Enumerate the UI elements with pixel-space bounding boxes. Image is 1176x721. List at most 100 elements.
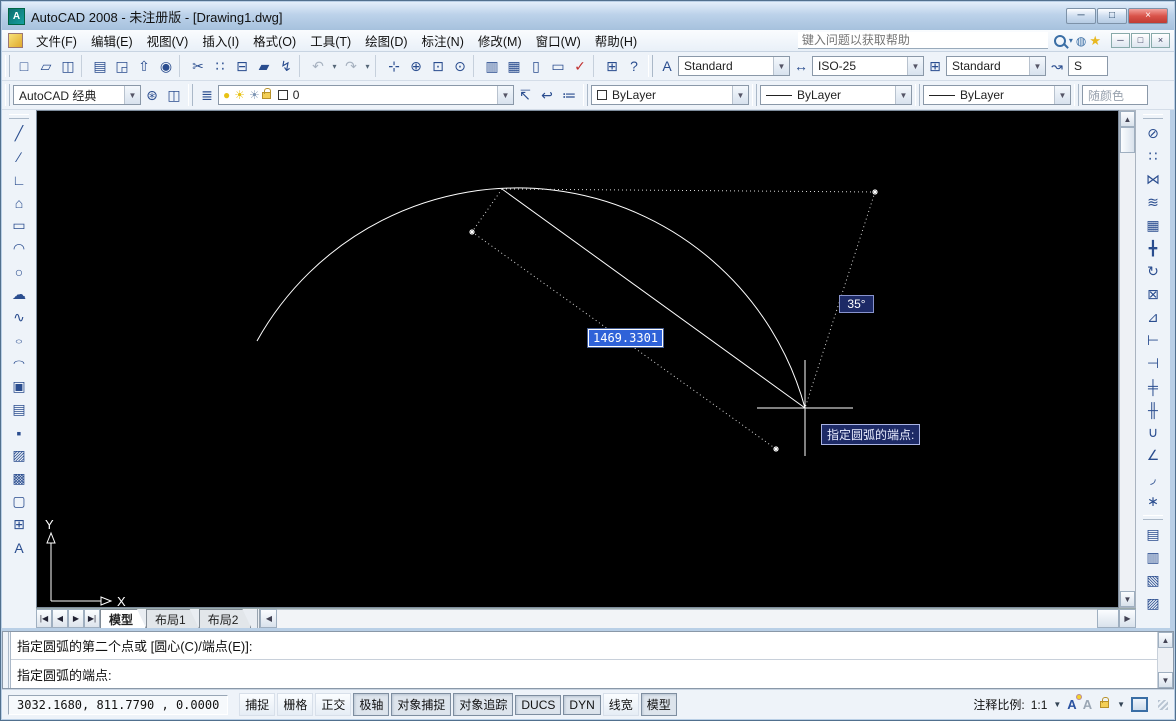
scroll-up-icon[interactable]: ▲ [1120, 111, 1135, 127]
command-prompt-line[interactable]: 指定圆弧的端点: [11, 660, 1157, 688]
chevron-down-icon[interactable]: ▼ [1117, 700, 1125, 709]
command-scroll-track[interactable] [1158, 648, 1173, 672]
construction-line-button[interactable]: ∕ [7, 145, 31, 168]
bring-above-objects-button[interactable]: ▧ [1141, 569, 1165, 592]
dynamic-input-angle[interactable]: 35° [839, 295, 874, 313]
tab-scroll-next[interactable]: ▶ [68, 609, 84, 628]
table-style-icon[interactable]: ⊞ [924, 55, 946, 77]
gradient-button[interactable]: ▩ [7, 467, 31, 490]
layer-on-bulb-icon[interactable]: ● [223, 88, 230, 102]
toolbar-grip[interactable] [5, 55, 10, 77]
fillet-button[interactable]: ◞ [1141, 467, 1165, 490]
tool-palettes-button[interactable]: ▯ [525, 55, 547, 77]
drawing-canvas[interactable]: Y X 1469.3301 35° 指定圆弧的端点: [36, 110, 1119, 608]
send-under-objects-button[interactable]: ▨ [1141, 592, 1165, 615]
menu-edit[interactable]: 编辑(E) [84, 29, 140, 52]
trim-button[interactable]: ⊢ [1141, 329, 1165, 352]
copy-object-button[interactable]: ∷ [1141, 145, 1165, 168]
chevron-down-icon[interactable]: ▼ [124, 86, 140, 104]
new-button[interactable]: □ [13, 55, 35, 77]
menu-format[interactable]: 格式(O) [246, 29, 303, 52]
scroll-right-icon[interactable]: ▶ [1119, 609, 1136, 628]
menu-draw[interactable]: 绘图(D) [358, 29, 414, 52]
table-style-combo[interactable]: Standard ▼ [946, 56, 1046, 76]
zoom-previous-button[interactable]: ⊙ [449, 55, 471, 77]
menu-dimension[interactable]: 标注(N) [415, 29, 471, 52]
dynamic-input-distance[interactable]: 1469.3301 [588, 329, 663, 347]
tab-scroll-first[interactable]: |◀ [36, 609, 52, 628]
toggle-dyn[interactable]: DYN [563, 695, 600, 715]
help-search-input[interactable] [798, 32, 1048, 49]
coordinate-readout[interactable]: 3032.1680, 811.7790 , 0.0000 [8, 695, 228, 715]
paste-button[interactable]: ⊟ [231, 55, 253, 77]
workspace-combo[interactable]: AutoCAD 经典 ▼ [13, 85, 141, 105]
tab-layout1[interactable]: 布局1 [146, 609, 199, 628]
toolbar-grip[interactable] [1074, 84, 1079, 106]
sheetset-manager-button[interactable]: ▭ [547, 55, 569, 77]
chevron-down-icon[interactable]: ▼ [907, 57, 923, 75]
communication-center-icon[interactable]: ◍ [1076, 34, 1086, 48]
toggle-snap[interactable]: 捕捉 [239, 693, 275, 716]
toolbar-grip[interactable] [752, 84, 757, 106]
vertical-scroll-track[interactable] [1120, 153, 1135, 591]
scroll-up-icon[interactable]: ▲ [1158, 632, 1173, 648]
mdi-restore-button[interactable]: □ [1131, 33, 1150, 48]
make-block-button[interactable]: ▤ [7, 398, 31, 421]
markup-set-manager-button[interactable]: ✓ [569, 55, 591, 77]
vertical-scroll-thumb[interactable] [1120, 127, 1135, 153]
chevron-down-icon[interactable]: ▼ [732, 86, 748, 104]
line-button[interactable]: ╱ [7, 122, 31, 145]
favorites-star-icon[interactable]: ★ [1089, 33, 1101, 49]
tab-model[interactable]: 模型 [100, 609, 146, 628]
toolbar-lock-icon[interactable] [1100, 701, 1109, 708]
annotation-scale-value[interactable]: 1:1 [1031, 698, 1048, 712]
point-button[interactable]: ▪ [7, 421, 31, 444]
ellipse-button[interactable]: ○ [7, 334, 31, 348]
chevron-down-icon[interactable]: ▼ [1054, 86, 1070, 104]
workspace-settings-button[interactable]: ⊛ [141, 84, 163, 106]
toolbar-grip[interactable] [188, 84, 193, 106]
search-dropdown-icon[interactable]: ▾ [1069, 36, 1073, 45]
mirror-button[interactable]: ⋈ [1141, 168, 1165, 191]
restore-button[interactable]: □ [1097, 8, 1127, 24]
toggle-lineweight[interactable]: 线宽 [603, 693, 639, 716]
redo-button[interactable]: ↷ [340, 55, 362, 77]
publish-button[interactable]: ⇧ [133, 55, 155, 77]
undo-button[interactable]: ↶ [307, 55, 329, 77]
region-button[interactable]: ▢ [7, 490, 31, 513]
scale-button[interactable]: ⊠ [1141, 283, 1165, 306]
redo-dropdown[interactable]: ▾ [362, 55, 373, 77]
chevron-down-icon[interactable]: ▼ [1053, 700, 1061, 709]
hatch-button[interactable]: ▨ [7, 444, 31, 467]
linetype-combo[interactable]: ByLayer ▼ [760, 85, 912, 105]
layer-states-button[interactable]: ≔ [558, 84, 580, 106]
tab-scroll-prev[interactable]: ◀ [52, 609, 68, 628]
chevron-down-icon[interactable]: ▼ [895, 86, 911, 104]
horizontal-scroll-track[interactable] [277, 609, 1097, 628]
layer-properties-icon[interactable]: ≣ [196, 84, 218, 106]
revision-cloud-button[interactable]: ☁ [7, 283, 31, 306]
rotate-button[interactable]: ↻ [1141, 260, 1165, 283]
scroll-down-icon[interactable]: ▼ [1158, 672, 1173, 688]
mdi-minimize-button[interactable]: ─ [1111, 33, 1130, 48]
3d-dwf-button[interactable]: ◉ [155, 55, 177, 77]
close-button[interactable]: × [1128, 8, 1168, 24]
toolbar-grip[interactable] [9, 114, 29, 119]
save-workspace-button[interactable]: ◫ [163, 84, 185, 106]
arc-button[interactable]: ◠ [7, 237, 31, 260]
menu-insert[interactable]: 插入(I) [195, 29, 246, 52]
toggle-ortho[interactable]: 正交 [315, 693, 351, 716]
quickcalc-button[interactable]: ⊞ [601, 55, 623, 77]
chevron-down-icon[interactable]: ▼ [1029, 57, 1045, 75]
color-combo[interactable]: ByLayer ▼ [591, 85, 749, 105]
layer-previous-button[interactable]: ↩ [536, 84, 558, 106]
cut-button[interactable]: ✂ [187, 55, 209, 77]
layer-combo[interactable]: ● ☀ ☀ 0 ▼ [218, 85, 514, 105]
minimize-button[interactable]: ─ [1066, 8, 1096, 24]
annotation-visibility-icon[interactable]: A [1067, 697, 1076, 712]
tab-scroll-last[interactable]: ▶| [84, 609, 100, 628]
toggle-polar[interactable]: 极轴 [353, 693, 389, 716]
multiline-text-button[interactable]: A [7, 536, 31, 559]
help-button[interactable]: ? [623, 55, 645, 77]
copy-button[interactable]: ∷ [209, 55, 231, 77]
